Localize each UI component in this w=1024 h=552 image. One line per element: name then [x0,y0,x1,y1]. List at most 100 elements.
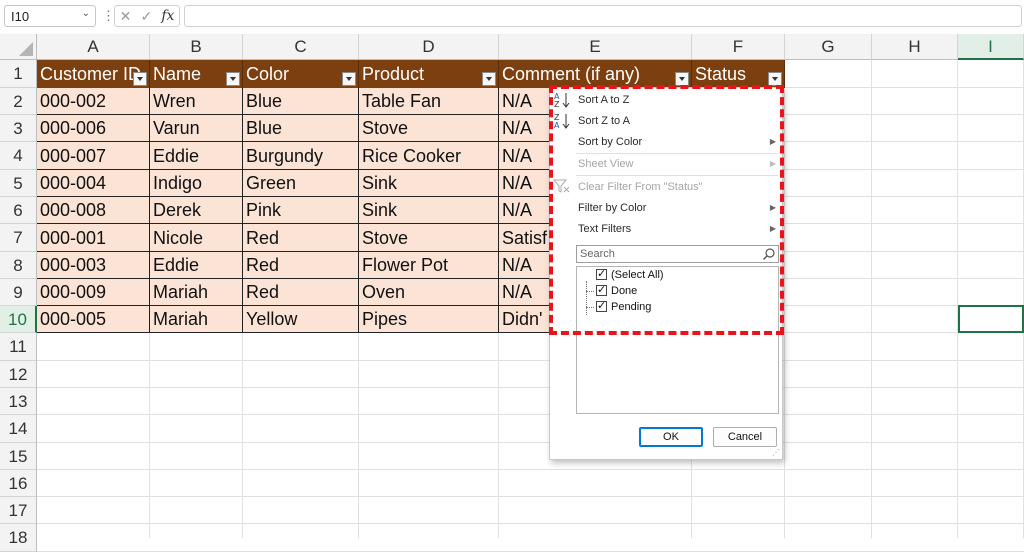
table-cell[interactable]: Sink [359,170,499,197]
table-cell[interactable]: Stove [359,115,499,142]
table-cell[interactable]: Mariah [150,306,243,333]
table-header-cell[interactable]: Name [150,60,243,88]
row-header-18[interactable]: 18 [0,524,37,552]
row-header-10[interactable]: 10 [0,306,37,333]
table-header-cell[interactable]: Status [692,60,785,88]
column-header-i[interactable]: I [958,34,1024,60]
row-header-5[interactable]: 5 [0,170,37,197]
name-box[interactable]: I10 ⌄ [4,5,96,27]
row-header-15[interactable]: 15 [0,443,37,470]
column-header-g[interactable]: G [785,34,872,60]
enter-icon[interactable]: ✓ [140,8,152,25]
gridline [37,496,1024,497]
row-header-12[interactable]: 12 [0,361,37,388]
table-cell[interactable]: 000-001 [37,224,150,252]
table-cell[interactable]: Indigo [150,170,243,197]
table-cell[interactable]: Pipes [359,306,499,333]
table-cell[interactable]: Yellow [243,306,359,333]
column-header-c[interactable]: C [243,34,359,60]
row-header-14[interactable]: 14 [0,415,37,443]
resize-grip-icon[interactable]: ⋰ [772,448,780,457]
cancel-icon[interactable]: ✕ [120,8,132,25]
table-cell[interactable]: 000-004 [37,170,150,197]
gridline [37,414,1024,415]
row-header-11[interactable]: 11 [0,333,37,361]
table-cell[interactable]: Red [243,252,359,279]
table-cell[interactable]: 000-006 [37,115,150,142]
table-cell[interactable]: Mariah [150,279,243,306]
filter-dropdown-button[interactable] [482,72,496,86]
filter-dropdown-button[interactable] [226,72,240,86]
table-cell[interactable]: Derek [150,197,243,224]
gridline [784,60,785,538]
formula-input[interactable] [184,5,1022,27]
table-cell[interactable]: Varun [150,115,243,142]
table-header-cell[interactable]: Customer ID [37,60,150,88]
table-cell[interactable]: Red [243,224,359,252]
table-cell[interactable]: Rice Cooker [359,142,499,170]
insert-function-icon[interactable]: fx [161,8,174,24]
ok-button[interactable]: OK [639,427,703,447]
row-header-6[interactable]: 6 [0,197,37,224]
row-header-9[interactable]: 9 [0,279,37,306]
chevron-down-icon[interactable]: ⌄ [82,8,90,19]
table-cell[interactable]: 000-002 [37,88,150,115]
row-header-3[interactable]: 3 [0,115,37,142]
table-cell[interactable]: Stove [359,224,499,252]
table-cell[interactable]: 000-007 [37,142,150,170]
row-header-7[interactable]: 7 [0,224,37,252]
table-cell[interactable]: Nicole [150,224,243,252]
table-cell[interactable]: Green [243,170,359,197]
table-cell[interactable]: 000-008 [37,197,150,224]
row-header-8[interactable]: 8 [0,252,37,279]
column-header-d[interactable]: D [359,34,499,60]
table-cell[interactable]: 000-009 [37,279,150,306]
gridline [37,469,1024,470]
spreadsheet-grid[interactable]: A B C D E F G H I 1 2 3 4 5 6 7 8 9 10 11 12 13 14 15 16 17 18 Cust… [0,34,1024,552]
header-label: Comment (if any) [502,64,641,84]
table-cell[interactable]: Blue [243,115,359,142]
column-header-e[interactable]: E [499,34,692,60]
header-label: Product [362,64,425,84]
filter-dropdown-button[interactable] [342,72,356,86]
row-header-17[interactable]: 17 [0,497,37,524]
formula-buttons: ✕ ✓ fx [114,5,180,27]
header-label: Color [246,64,290,84]
gridline [871,60,872,538]
column-header-b[interactable]: B [150,34,243,60]
table-cell[interactable]: Oven [359,279,499,306]
formula-bar: I10 ⌄ ⋮ ✕ ✓ fx [0,0,1024,34]
filter-dropdown-button[interactable] [768,72,782,86]
column-header-h[interactable]: H [872,34,958,60]
table-cell[interactable]: Pink [243,197,359,224]
table-cell[interactable]: Eddie [150,142,243,170]
table-header-cell[interactable]: Product [359,60,499,88]
highlight-box [549,85,784,335]
table-cell[interactable]: Red [243,279,359,306]
table-cell[interactable]: 000-005 [37,306,150,333]
table-cell[interactable]: Flower Pot [359,252,499,279]
table-cell[interactable]: Wren [150,88,243,115]
column-header-a[interactable]: A [37,34,150,60]
table-cell[interactable]: 000-003 [37,252,150,279]
gridline [957,60,958,538]
filter-dropdown-button[interactable] [133,72,147,86]
row-header-2[interactable]: 2 [0,88,37,115]
table-cell[interactable]: Eddie [150,252,243,279]
filter-dropdown-button[interactable] [675,72,689,86]
table-cell[interactable]: Burgundy [243,142,359,170]
table-cell[interactable]: Blue [243,88,359,115]
name-box-value: I10 [11,9,30,24]
gridline [37,387,1024,388]
row-header-13[interactable]: 13 [0,388,37,415]
column-header-f[interactable]: F [692,34,785,60]
row-header-4[interactable]: 4 [0,142,37,170]
table-cell[interactable]: Sink [359,197,499,224]
cancel-button[interactable]: Cancel [713,427,777,447]
table-cell[interactable]: Table Fan [359,88,499,115]
table-header-cell[interactable]: Comment (if any) [499,60,692,88]
row-header-16[interactable]: 16 [0,470,37,497]
select-all-corner[interactable] [0,34,37,60]
table-header-cell[interactable]: Color [243,60,359,88]
row-header-1[interactable]: 1 [0,60,37,88]
